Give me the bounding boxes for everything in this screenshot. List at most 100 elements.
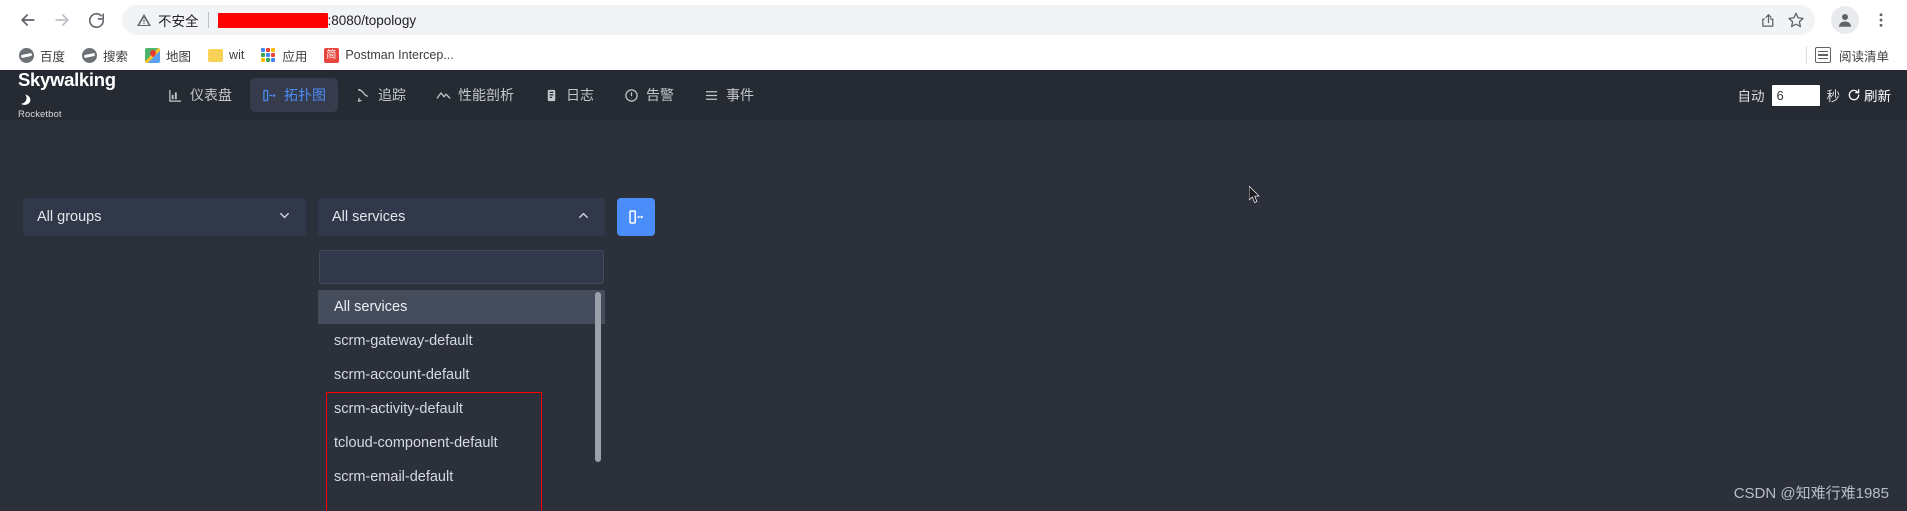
chevron-up-icon	[576, 208, 591, 227]
bookmarks-divider	[1805, 46, 1807, 64]
service-dropdown-panel: All services scrm-gateway-default scrm-a…	[318, 250, 605, 494]
map-icon	[144, 47, 160, 63]
nav-item-label: 告警	[646, 87, 674, 103]
globe-icon	[18, 47, 34, 63]
nav-item-dashboard[interactable]: 仪表盘	[156, 78, 244, 112]
skywalking-navbar: Skywalking Rocketbot 仪表盘 拓扑图 追踪 性能剖析 日志 …	[0, 70, 1907, 120]
forward-arrow-icon	[55, 14, 69, 26]
url-path-text: :8080/topology	[327, 12, 417, 28]
group-selector-value: All groups	[37, 209, 102, 225]
service-option[interactable]: scrm-account-default	[318, 358, 605, 392]
service-option-label: scrm-activity-default	[334, 401, 463, 417]
bookmark-baidu[interactable]: 百度	[10, 43, 73, 68]
omnibox-divider	[207, 12, 209, 28]
moon-icon	[19, 91, 32, 105]
nav-item-event[interactable]: 事件	[692, 78, 766, 112]
service-selector-value: All services	[332, 209, 406, 225]
refresh-icon	[1848, 89, 1860, 101]
service-option[interactable]: scrm-activity-default	[318, 392, 605, 426]
auto-label: 自动	[1737, 89, 1765, 104]
forward-button[interactable]	[46, 4, 78, 36]
topology-settings-button[interactable]	[617, 198, 655, 236]
logo-sub-text: Rocketbot	[18, 108, 62, 120]
topology-icon	[262, 88, 277, 103]
star-icon[interactable]	[1783, 7, 1809, 33]
nav-item-label: 追踪	[378, 87, 406, 103]
service-options-list: All services scrm-gateway-default scrm-a…	[318, 290, 605, 494]
omnibox-actions	[1755, 7, 1809, 33]
profile-wave-icon	[436, 88, 451, 103]
service-search-input[interactable]	[320, 251, 603, 283]
service-search-box[interactable]	[319, 250, 604, 284]
bookmark-label: 百度	[40, 49, 66, 64]
service-option-label: scrm-gateway-default	[334, 333, 473, 349]
service-option-label: All services	[334, 299, 408, 315]
nav-item-label: 性能剖析	[458, 87, 514, 103]
refresh-label: 刷新	[1864, 89, 1891, 104]
alarm-icon	[624, 88, 639, 103]
nav-item-trace[interactable]: 追踪	[344, 78, 418, 112]
dropdown-scrollbar[interactable]	[595, 292, 601, 462]
reading-list-label: 阅读清单	[1838, 49, 1889, 64]
nav-item-alarm[interactable]: 告警	[612, 78, 686, 112]
back-arrow-icon	[21, 14, 35, 26]
url-display[interactable]: :8080/topology	[217, 12, 1756, 28]
topology-content: All groups All services All services scr…	[0, 120, 1907, 511]
topology-settings-icon	[629, 210, 643, 224]
bookmark-label: 地图	[166, 49, 192, 64]
log-icon	[544, 88, 559, 103]
nav-item-label: 仪表盘	[190, 87, 232, 103]
share-icon[interactable]	[1755, 7, 1781, 33]
service-selector-wrap: All services All services scrm-gateway-d…	[318, 198, 605, 494]
service-option-all[interactable]: All services	[318, 290, 605, 324]
browser-menu-button[interactable]	[1867, 6, 1895, 34]
nav-item-log[interactable]: 日志	[532, 78, 606, 112]
bookmark-maps[interactable]: 地图	[136, 43, 199, 68]
browser-chrome: 不安全 :8080/topology 百度 搜索 地图 wit 应用 简 Pos…	[0, 0, 1907, 70]
reload-icon	[88, 12, 104, 28]
nav-item-profile[interactable]: 性能剖析	[424, 78, 526, 112]
service-option[interactable]: tcloud-component-default	[318, 426, 605, 460]
bookmarks-bar: 百度 搜索 地图 wit 应用 简 Postman Intercep... 阅读…	[0, 40, 1907, 70]
service-option-label: scrm-email-default	[334, 469, 454, 485]
service-option[interactable]: scrm-gateway-default	[318, 324, 605, 358]
logo-main-text: Skywalking	[18, 69, 116, 90]
address-bar[interactable]: 不安全 :8080/topology	[122, 5, 1815, 35]
profile-avatar[interactable]	[1831, 6, 1859, 34]
back-button[interactable]	[12, 4, 44, 36]
group-selector[interactable]: All groups	[23, 198, 306, 236]
service-selector[interactable]: All services	[318, 198, 605, 236]
event-list-icon	[704, 88, 719, 103]
mouse-cursor	[1248, 185, 1261, 204]
refresh-button[interactable]: 刷新	[1847, 85, 1891, 105]
trace-icon	[356, 88, 371, 103]
auto-refresh-controls: 自动 秒 刷新	[1737, 84, 1891, 106]
bookmark-postman-interceptor[interactable]: 简 Postman Intercep...	[315, 44, 461, 66]
bookmark-label: wit	[229, 48, 245, 62]
dashboard-icon	[168, 88, 183, 103]
reading-list-label-wrap[interactable]: 阅读清单	[1839, 43, 1897, 68]
nav-item-topology[interactable]: 拓扑图	[250, 78, 338, 112]
skywalking-logo[interactable]: Skywalking Rocketbot	[18, 69, 128, 120]
person-icon	[1839, 14, 1851, 27]
nav-item-label: 事件	[726, 87, 754, 103]
chevron-down-icon	[277, 208, 292, 227]
reading-list-icon[interactable]	[1814, 47, 1831, 63]
bookmarks-bar-right: 阅读清单	[1805, 43, 1897, 68]
bookmark-label: 搜索	[103, 49, 129, 64]
bookmark-label: 应用	[282, 49, 308, 64]
skywalking-menu: 仪表盘 拓扑图 追踪 性能剖析 日志 告警 事件	[156, 78, 766, 112]
service-option[interactable]: scrm-email-default	[318, 460, 605, 494]
reload-button[interactable]	[80, 4, 112, 36]
nav-item-label: 拓扑图	[284, 87, 326, 103]
skywalking-app: Skywalking Rocketbot 仪表盘 拓扑图 追踪 性能剖析 日志 …	[0, 70, 1907, 511]
security-status-label: 不安全	[158, 14, 199, 29]
bookmark-apps[interactable]: 应用	[252, 43, 315, 68]
bookmark-folder-wit[interactable]: wit	[199, 44, 252, 66]
auto-refresh-interval-input[interactable]	[1771, 84, 1820, 106]
apps-grid-icon	[260, 47, 276, 63]
bookmark-search[interactable]: 搜索	[73, 43, 136, 68]
folder-icon	[207, 47, 223, 63]
three-dot-menu-icon	[1879, 13, 1883, 27]
not-secure-warning-icon	[136, 12, 152, 28]
